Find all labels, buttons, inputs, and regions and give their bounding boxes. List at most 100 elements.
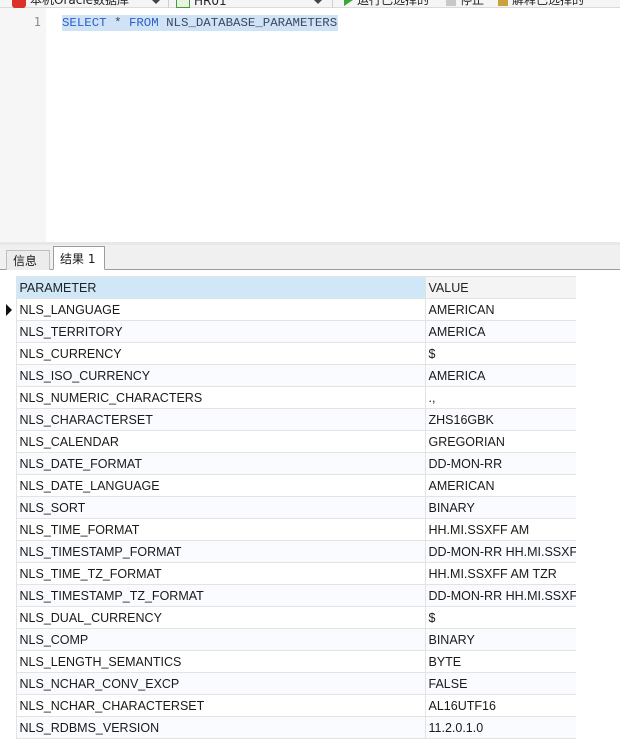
table-row[interactable]: NLS_NCHAR_CONV_EXCP FALSE: [0, 672, 577, 695]
column-header-value[interactable]: VALUE: [424, 276, 577, 299]
cell-value[interactable]: AMERICAN: [424, 298, 577, 321]
cell-value[interactable]: $: [424, 342, 577, 365]
table-row[interactable]: NLS_DATE_FORMAT DD-MON-RR: [0, 452, 577, 475]
table-row[interactable]: NLS_LANGUAGE AMERICAN: [0, 298, 577, 321]
connection-select[interactable]: 本机Oracle数据库: [12, 0, 164, 8]
explain-selected-button[interactable]: 解释已选择的: [498, 0, 584, 8]
row-indicator[interactable]: [0, 540, 16, 563]
table-row[interactable]: NLS_DUAL_CURRENCY $: [0, 606, 577, 629]
column-header-parameter[interactable]: PARAMETER: [15, 276, 426, 299]
cell-value[interactable]: DD-MON-RR HH.MI.SSXF: [424, 540, 577, 563]
row-indicator[interactable]: [0, 298, 16, 321]
cell-parameter[interactable]: NLS_DATE_LANGUAGE: [15, 474, 426, 497]
cell-parameter[interactable]: NLS_TIMESTAMP_FORMAT: [15, 540, 426, 563]
row-indicator[interactable]: [0, 408, 16, 431]
table-row[interactable]: NLS_TIMESTAMP_TZ_FORMAT DD-MON-RR HH.MI.S…: [0, 584, 577, 607]
tab-result-1[interactable]: 结果 1: [53, 246, 105, 270]
cell-parameter[interactable]: NLS_LANGUAGE: [15, 298, 426, 321]
row-indicator[interactable]: [0, 584, 16, 607]
table-row[interactable]: NLS_LENGTH_SEMANTICS BYTE: [0, 650, 577, 673]
row-indicator[interactable]: [0, 430, 16, 453]
table-row[interactable]: NLS_COMP BINARY: [0, 628, 577, 651]
row-indicator[interactable]: [0, 320, 16, 343]
cell-value[interactable]: GREGORIAN: [424, 430, 577, 453]
cell-value[interactable]: FALSE: [424, 672, 577, 695]
row-indicator[interactable]: [0, 342, 16, 365]
cell-parameter[interactable]: NLS_ISO_CURRENCY: [15, 364, 426, 387]
run-selected-button[interactable]: 运行已选择的: [344, 0, 429, 8]
table-row[interactable]: NLS_NCHAR_CHARACTERSET AL16UTF16: [0, 694, 577, 717]
current-row-pointer-icon: [6, 303, 12, 316]
cell-value[interactable]: .,: [424, 386, 577, 409]
cell-value[interactable]: AMERICA: [424, 320, 577, 343]
table-row[interactable]: NLS_TIME_FORMAT HH.MI.SSXFF AM: [0, 518, 577, 541]
cell-value[interactable]: AMERICAN: [424, 474, 577, 497]
cell-value[interactable]: $: [424, 606, 577, 629]
table-row[interactable]: NLS_RDBMS_VERSION 11.2.0.1.0: [0, 716, 577, 739]
line-number-gutter: 1: [0, 8, 46, 242]
cell-value[interactable]: AL16UTF16: [424, 694, 577, 717]
results-grid[interactable]: PARAMETER VALUE NLS_LANGUAGE AMERICAN NLS_…: [0, 276, 577, 739]
table-row[interactable]: NLS_SORT BINARY: [0, 496, 577, 519]
cell-value[interactable]: BINARY: [424, 628, 577, 651]
cell-parameter[interactable]: NLS_TERRITORY: [15, 320, 426, 343]
table-row[interactable]: NLS_CALENDAR GREGORIAN: [0, 430, 577, 453]
row-indicator[interactable]: [0, 606, 16, 629]
cell-parameter[interactable]: NLS_CALENDAR: [15, 430, 426, 453]
cell-parameter[interactable]: NLS_RDBMS_VERSION: [15, 716, 426, 739]
table-row[interactable]: NLS_NUMERIC_CHARACTERS.,: [0, 386, 577, 409]
tab-info[interactable]: 信息: [6, 250, 50, 270]
cell-value[interactable]: BYTE: [424, 650, 577, 673]
cell-value[interactable]: DD-MON-RR: [424, 452, 577, 475]
row-indicator[interactable]: [0, 474, 16, 497]
table-row[interactable]: NLS_CURRENCY $: [0, 342, 577, 365]
cell-parameter[interactable]: NLS_COMP: [15, 628, 426, 651]
table-row[interactable]: NLS_TIMESTAMP_FORMAT DD-MON-RR HH.MI.SSXF: [0, 540, 577, 563]
cell-parameter[interactable]: NLS_TIME_FORMAT: [15, 518, 426, 541]
row-indicator[interactable]: [0, 386, 16, 409]
row-indicator[interactable]: [0, 452, 16, 475]
cell-parameter[interactable]: NLS_CURRENCY: [15, 342, 426, 365]
cell-value[interactable]: HH.MI.SSXFF AM: [424, 518, 577, 541]
cell-value[interactable]: HH.MI.SSXFF AM TZR: [424, 562, 577, 585]
table-row[interactable]: NLS_TIME_TZ_FORMAT HH.MI.SSXFF AM TZR: [0, 562, 577, 585]
cell-parameter[interactable]: NLS_LENGTH_SEMANTICS: [15, 650, 426, 673]
cell-parameter[interactable]: NLS_NCHAR_CONV_EXCP: [15, 672, 426, 695]
cell-parameter[interactable]: NLS_TIME_TZ_FORMAT: [15, 562, 426, 585]
stop-button[interactable]: 停止: [446, 0, 484, 8]
result-tab-bar: 信息 结果 1: [0, 245, 620, 270]
cell-value[interactable]: AMERICA: [424, 364, 577, 387]
cell-value[interactable]: 11.2.0.1.0: [424, 716, 577, 739]
row-indicator[interactable]: [0, 694, 16, 717]
row-indicator[interactable]: [0, 364, 16, 387]
table-row[interactable]: NLS_DATE_LANGUAGE AMERICAN: [0, 474, 577, 497]
sql-editor[interactable]: 1 SELECT * FROM NLS_DATABASE_PARAMETERS: [0, 8, 620, 242]
row-indicator[interactable]: [0, 716, 16, 739]
table-row[interactable]: NLS_TERRITORY AMERICA: [0, 320, 577, 343]
cell-value[interactable]: BINARY: [424, 496, 577, 519]
row-indicator[interactable]: [0, 496, 16, 519]
table-row[interactable]: NLS_ISO_CURRENCY AMERICA: [0, 364, 577, 387]
cell-value[interactable]: ZHS16GBK: [424, 408, 577, 431]
cell-value[interactable]: DD-MON-RR HH.MI.SSXF: [424, 584, 577, 607]
cell-parameter[interactable]: NLS_SORT: [15, 496, 426, 519]
row-indicator[interactable]: [0, 672, 16, 695]
toolbar-divider: [168, 0, 169, 8]
oracle-connection-icon: [12, 0, 26, 8]
explain-selected-label: 解释已选择的: [512, 0, 585, 7]
row-indicator-header: [0, 276, 16, 299]
sql-code-line[interactable]: SELECT * FROM NLS_DATABASE_PARAMETERS: [62, 15, 339, 31]
database-select[interactable]: HR01: [176, 0, 326, 8]
cell-parameter[interactable]: NLS_NCHAR_CHARACTERSET: [15, 694, 426, 717]
row-indicator[interactable]: [0, 518, 16, 541]
table-row[interactable]: NLS_CHARACTERSET ZHS16GBK: [0, 408, 577, 431]
row-indicator[interactable]: [0, 562, 16, 585]
row-indicator[interactable]: [0, 650, 16, 673]
cell-parameter[interactable]: NLS_DUAL_CURRENCY: [15, 606, 426, 629]
cell-parameter[interactable]: NLS_DATE_FORMAT: [15, 452, 426, 475]
chevron-down-icon: [314, 0, 322, 4]
cell-parameter[interactable]: NLS_TIMESTAMP_TZ_FORMAT: [15, 584, 426, 607]
row-indicator[interactable]: [0, 628, 16, 651]
cell-parameter[interactable]: NLS_NUMERIC_CHARACTERS: [15, 386, 426, 409]
cell-parameter[interactable]: NLS_CHARACTERSET: [15, 408, 426, 431]
